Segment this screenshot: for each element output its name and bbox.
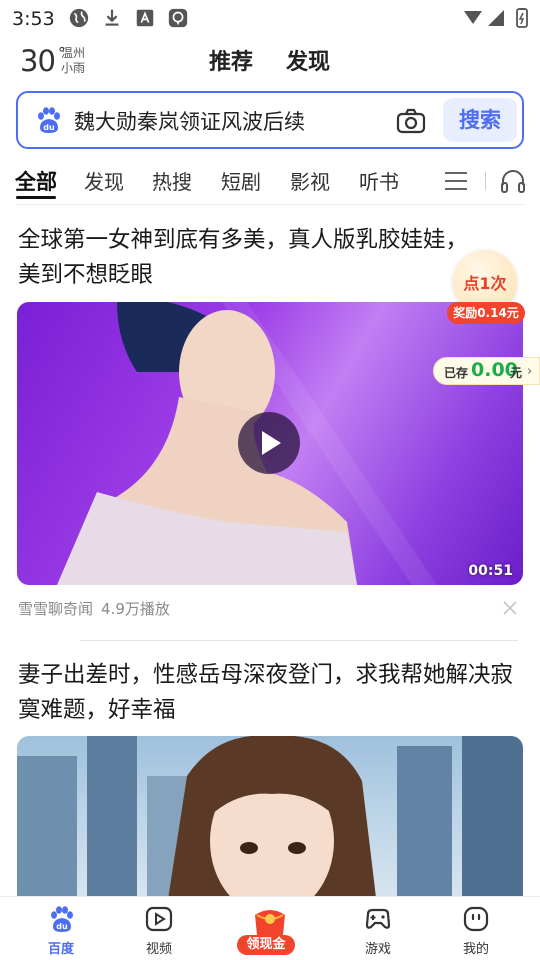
image-thumbnail[interactable] — [17, 736, 523, 906]
video-duration: 00:51 — [468, 563, 513, 579]
cash-label: 领现金 — [237, 935, 295, 955]
gamepad-icon — [365, 908, 391, 929]
video-thumbnail[interactable]: 00:51 — [17, 302, 523, 585]
face-profile-icon — [463, 906, 489, 932]
nav-cash-reward[interactable]: 领现金 — [225, 897, 315, 960]
temperature: 30 — [20, 44, 56, 78]
play-icon — [262, 431, 281, 455]
chevron-right-icon: › — [527, 364, 533, 379]
search-input[interactable]: 魏大勋秦岚领证风波后续 — [74, 106, 305, 136]
bottom-nav: du 百度 视频 领现金 游戏 我的 — [0, 896, 540, 960]
reward-amount-tag[interactable]: 奖励0.14元 — [447, 302, 525, 324]
nav-label: 我的 — [462, 942, 489, 957]
svg-text:du: du — [56, 922, 68, 931]
svg-text:du: du — [43, 123, 55, 132]
nav-label: 视频 — [145, 942, 172, 957]
status-time: 3:53 — [12, 8, 55, 30]
nav-label: 游戏 — [364, 942, 391, 957]
category-hot-search[interactable]: 热搜 — [152, 166, 192, 195]
saved-label: 已存 — [444, 366, 469, 380]
reward-click-label: 点1次 — [463, 274, 507, 293]
weather-widget[interactable]: 30 ° 温州 小雨 — [20, 44, 100, 80]
play-count: 4.9万播放 — [101, 600, 170, 618]
category-all[interactable]: 全部 — [15, 166, 57, 196]
text-a-icon — [136, 9, 154, 27]
baidu-paw-icon: du — [38, 107, 60, 133]
saved-balance[interactable]: 已存 0.00 元 › — [433, 357, 540, 385]
close-icon[interactable] — [502, 600, 518, 616]
download-icon — [105, 9, 119, 26]
weather-city: 温州 — [61, 46, 86, 60]
image-thumbnail-art — [17, 736, 523, 906]
feed-meta: 雪雪聊奇闻 4.9万播放 — [18, 598, 170, 619]
tab-recommend[interactable]: 推荐 — [209, 44, 253, 76]
camera-icon[interactable] — [396, 107, 426, 135]
feed-divider — [80, 640, 518, 641]
nav-video[interactable]: 视频 — [114, 897, 204, 960]
video-play-icon — [145, 906, 173, 932]
search-box[interactable]: du 魏大勋秦岚领证风波后续 搜索 — [16, 91, 524, 149]
nav-baidu[interactable]: du 百度 — [16, 897, 106, 960]
nav-me[interactable]: 我的 — [431, 897, 521, 960]
baidu-paw-icon: du — [51, 906, 73, 932]
category-audiobooks[interactable]: 听书 — [359, 166, 399, 195]
search-button[interactable]: 搜索 — [443, 98, 517, 142]
headphones-icon[interactable] — [500, 168, 526, 194]
source-name[interactable]: 雪雪聊奇闻 — [18, 600, 93, 618]
feed-title[interactable]: 妻子出差时，性感岳母深夜登门，求我帮她解决寂寞难题，好幸福 — [18, 658, 523, 728]
category-short-drama[interactable]: 短剧 — [221, 166, 261, 195]
category-discover[interactable]: 发现 — [84, 166, 124, 195]
tabs-divider — [16, 204, 524, 205]
signal-battery-icons — [464, 8, 528, 28]
tab-discover[interactable]: 发现 — [286, 44, 330, 76]
red-envelope-icon — [255, 910, 285, 935]
globe-icon — [69, 8, 89, 28]
active-tab-indicator — [16, 196, 56, 199]
feed-title[interactable]: 全球第一女神到底有多美，真人版乳胶娃娃，美到不想眨眼 — [18, 223, 488, 293]
weather-condition: 小雨 — [61, 61, 86, 75]
tab-divider — [485, 172, 486, 190]
nav-label: 百度 — [47, 942, 74, 957]
menu-icon[interactable] — [444, 170, 468, 192]
play-button[interactable] — [238, 412, 300, 474]
app-notify-icon — [168, 8, 188, 28]
nav-games[interactable]: 游戏 — [333, 897, 423, 960]
status-bar: 3:53 — [0, 0, 540, 36]
category-movies[interactable]: 影视 — [290, 166, 330, 195]
saved-unit: 元 — [510, 366, 523, 380]
